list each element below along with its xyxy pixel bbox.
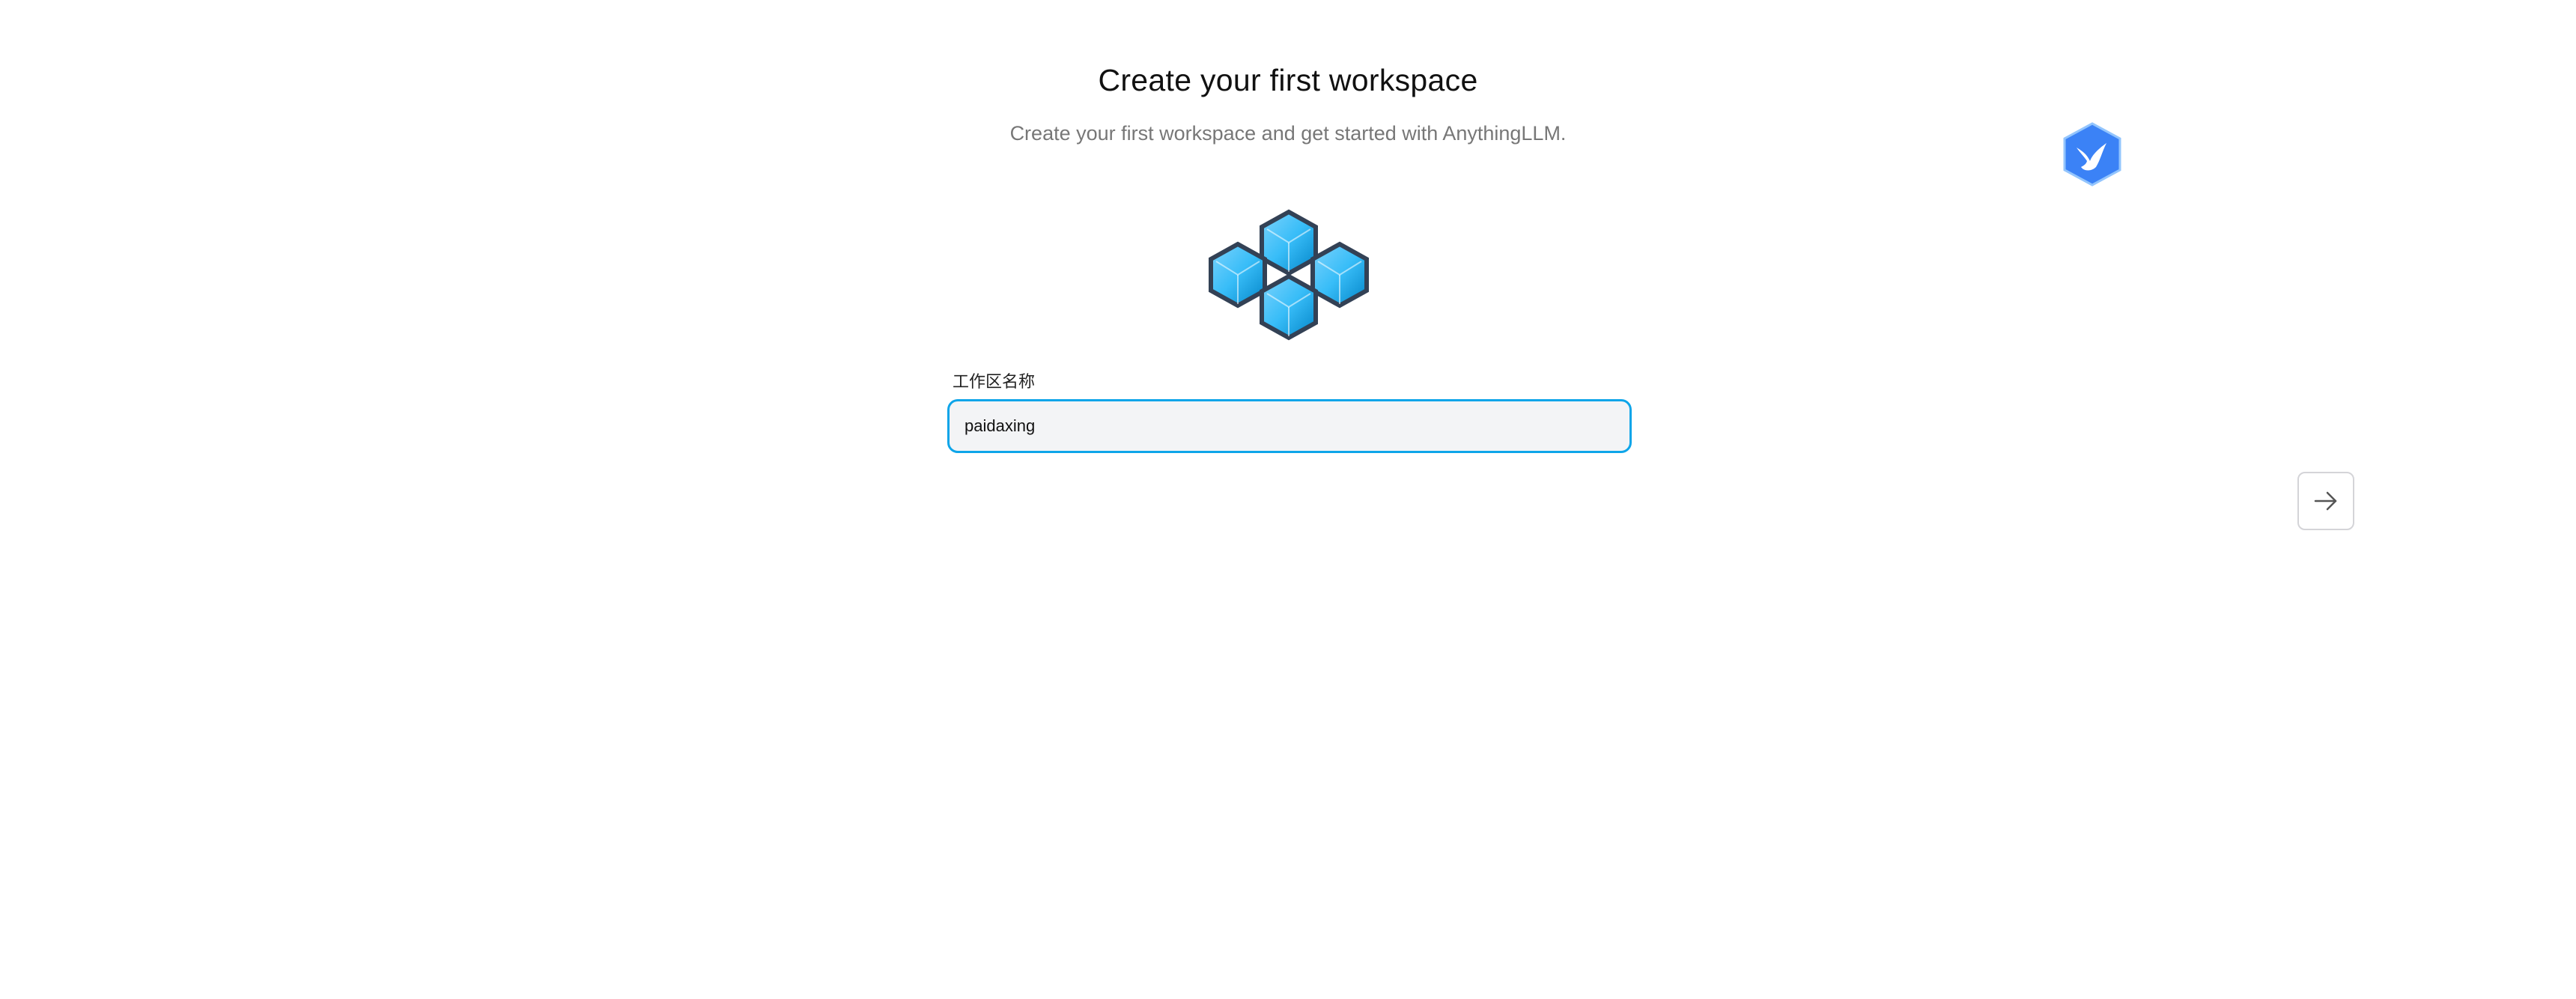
workspace-hexagons-icon [1209,209,1369,341]
arrow-right-icon [2314,491,2337,511]
bird-badge-icon [2063,122,2121,186]
page-title: Create your first workspace [1098,63,1478,97]
page-subtitle: Create your first workspace and get star… [1009,122,1567,145]
workspace-name-input[interactable] [947,399,1632,453]
onboarding-page: Create your first workspace Create your … [0,0,2576,999]
workspace-name-label: 工作区名称 [953,372,1036,391]
next-button[interactable] [2297,472,2354,530]
